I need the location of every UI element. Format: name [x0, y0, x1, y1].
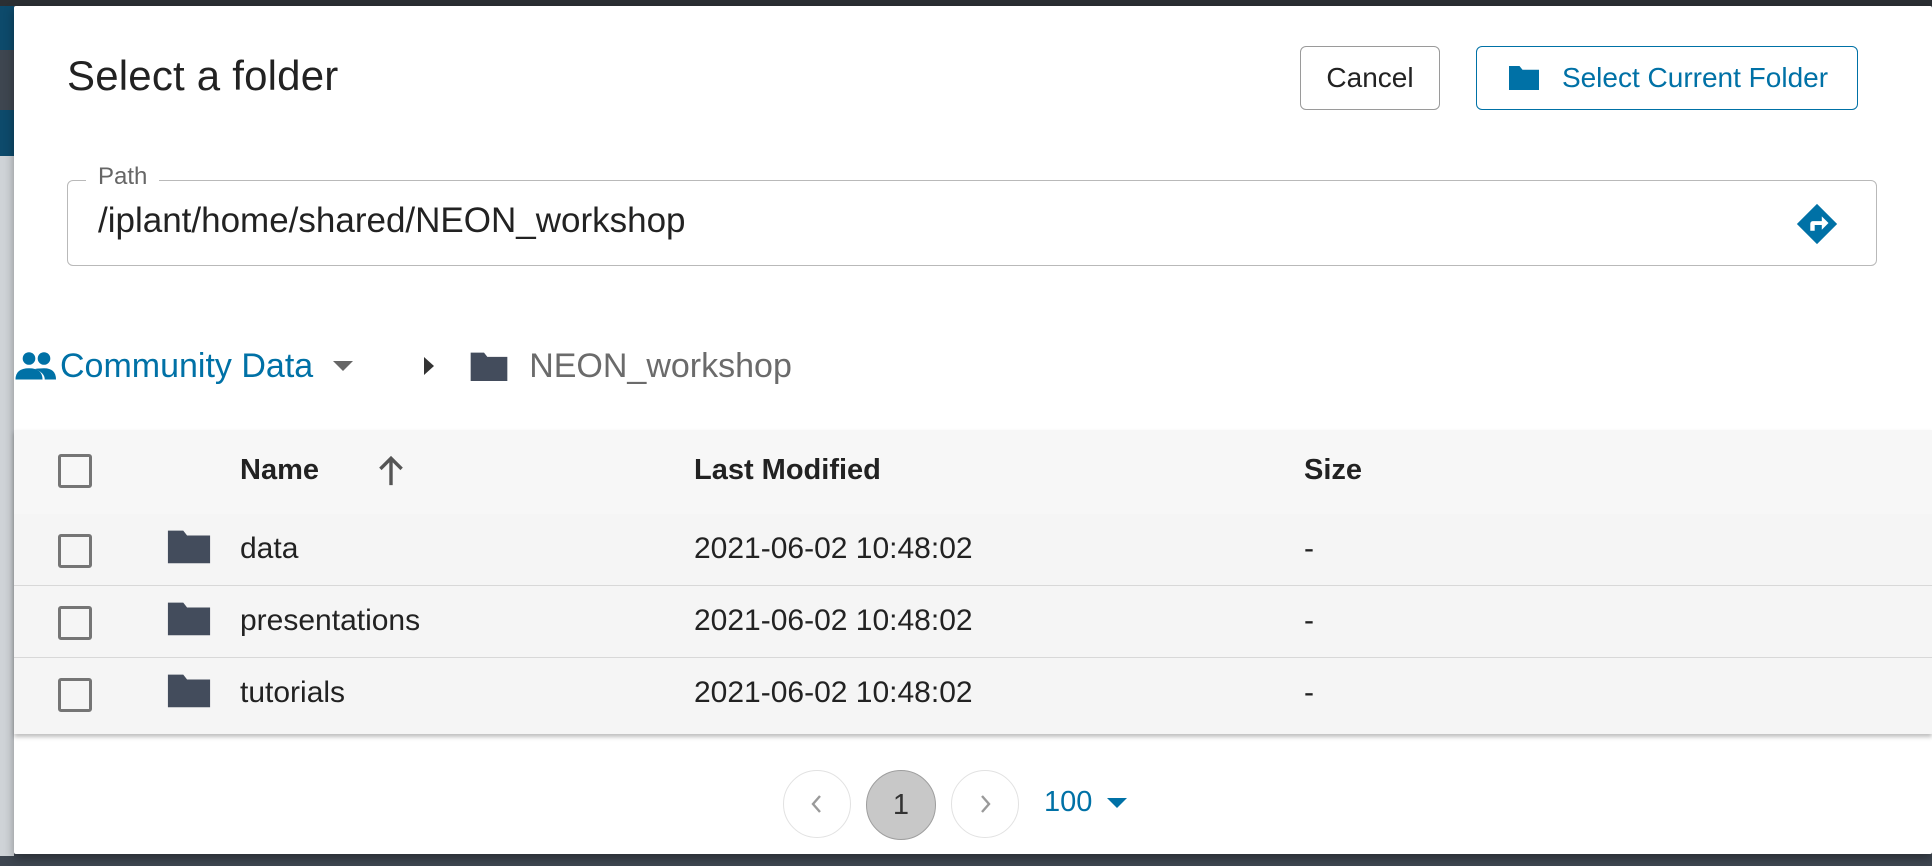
pagination: 1 100	[14, 770, 1932, 840]
row-name[interactable]: data	[240, 532, 298, 566]
folder-icon	[167, 602, 211, 636]
table-header: Name Last Modified Size	[14, 430, 1932, 515]
previous-page-button[interactable]	[783, 770, 851, 838]
row-last-modified: 2021-06-02 10:48:02	[694, 604, 973, 637]
chevron-left-icon	[811, 795, 821, 813]
row-checkbox[interactable]	[58, 534, 92, 568]
row-size: -	[1304, 676, 1314, 709]
cancel-button-label: Cancel	[1326, 62, 1414, 93]
select-folder-dialog: Select a folder Cancel Select Current Fo…	[14, 6, 1932, 854]
chevron-right-icon	[981, 795, 991, 813]
row-size: -	[1304, 532, 1314, 565]
next-page-button[interactable]	[951, 770, 1019, 838]
row-size: -	[1304, 604, 1314, 637]
row-last-modified: 2021-06-02 10:48:02	[694, 676, 973, 709]
folder-table: Name Last Modified Size data 2021-06-02 …	[14, 430, 1932, 734]
row-name[interactable]: presentations	[240, 604, 420, 638]
column-header-last-modified[interactable]: Last Modified	[694, 454, 881, 487]
rows-per-page-select[interactable]: 100	[1044, 786, 1128, 819]
rows-per-page-value: 100	[1044, 786, 1093, 818]
sort-ascending-icon[interactable]	[376, 454, 406, 488]
community-data-label: Community Data	[60, 346, 314, 385]
breadcrumb-separator-icon	[424, 357, 435, 375]
path-input[interactable]	[98, 201, 1718, 241]
backdrop-strip	[0, 6, 14, 50]
select-current-folder-label: Select Current Folder	[1561, 62, 1829, 93]
select-current-folder-button[interactable]: Select Current Folder	[1476, 46, 1858, 110]
community-data-dropdown[interactable]: Community Data	[14, 347, 355, 386]
row-checkbox[interactable]	[58, 678, 92, 712]
dialog-title: Select a folder	[67, 52, 339, 99]
table-row[interactable]: data 2021-06-02 10:48:02 -	[14, 514, 1932, 586]
row-name[interactable]: tutorials	[240, 676, 345, 710]
folder-icon	[1508, 66, 1539, 90]
folder-icon	[167, 674, 211, 708]
backdrop-strip	[0, 110, 14, 156]
current-page-button[interactable]: 1	[866, 770, 936, 840]
chevron-down-icon	[333, 361, 354, 371]
backdrop-panel	[0, 156, 14, 856]
row-last-modified: 2021-06-02 10:48:02	[694, 532, 973, 565]
folder-icon	[470, 352, 508, 381]
select-all-checkbox[interactable]	[58, 454, 92, 488]
table-row[interactable]: tutorials 2021-06-02 10:48:02 -	[14, 658, 1932, 730]
path-label: Path	[86, 163, 160, 191]
column-header-name[interactable]: Name	[240, 454, 319, 487]
table-row[interactable]: presentations 2021-06-02 10:48:02 -	[14, 586, 1932, 658]
people-icon	[15, 352, 56, 380]
row-checkbox[interactable]	[58, 606, 92, 640]
folder-icon	[167, 530, 211, 564]
breadcrumb-current-folder: NEON_workshop	[529, 346, 792, 385]
cancel-button[interactable]: Cancel	[1300, 46, 1440, 110]
chevron-down-icon	[1107, 797, 1128, 808]
breadcrumb: Community Data NEON_workshop	[14, 342, 792, 390]
go-to-path-icon[interactable]	[1794, 201, 1840, 247]
path-field: Path	[67, 163, 1877, 266]
column-header-size[interactable]: Size	[1304, 454, 1362, 487]
